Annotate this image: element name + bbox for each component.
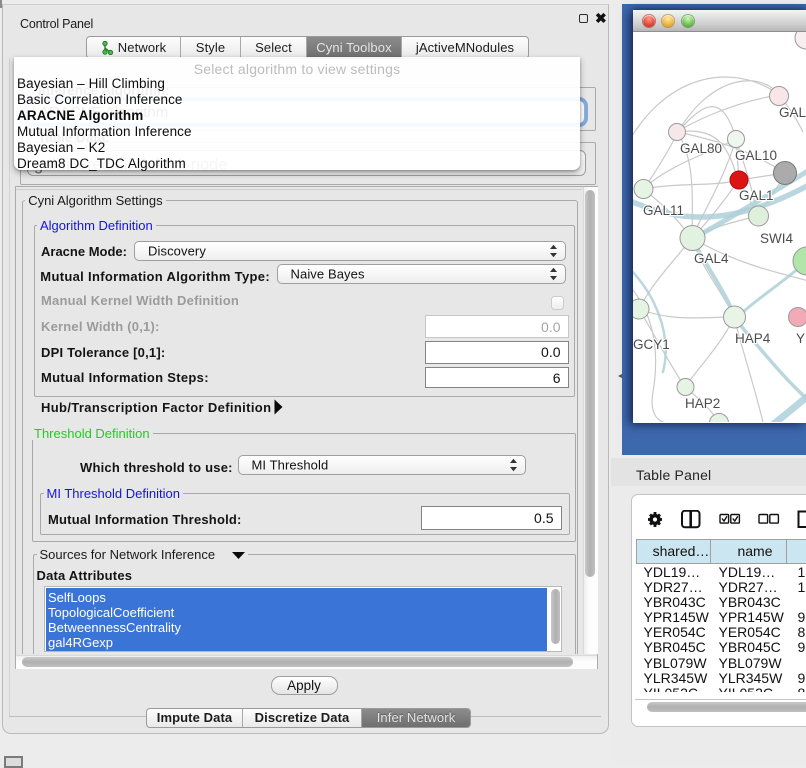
svg-text:HAP2: HAP2 (685, 396, 720, 411)
svg-text:GAL80: GAL80 (680, 141, 722, 156)
svg-text:GAL4: GAL4 (694, 251, 729, 266)
svg-text:Y: Y (796, 331, 805, 346)
svg-text:GAL: GAL (779, 105, 806, 120)
svg-text:GAL10: GAL10 (735, 148, 777, 163)
svg-text:GAL11: GAL11 (643, 203, 684, 218)
svg-text:GCY1: GCY1 (633, 337, 670, 352)
svg-text:HAP4: HAP4 (735, 331, 771, 346)
svg-text:SWI4: SWI4 (760, 231, 793, 246)
svg-text:GAL1: GAL1 (739, 188, 774, 203)
